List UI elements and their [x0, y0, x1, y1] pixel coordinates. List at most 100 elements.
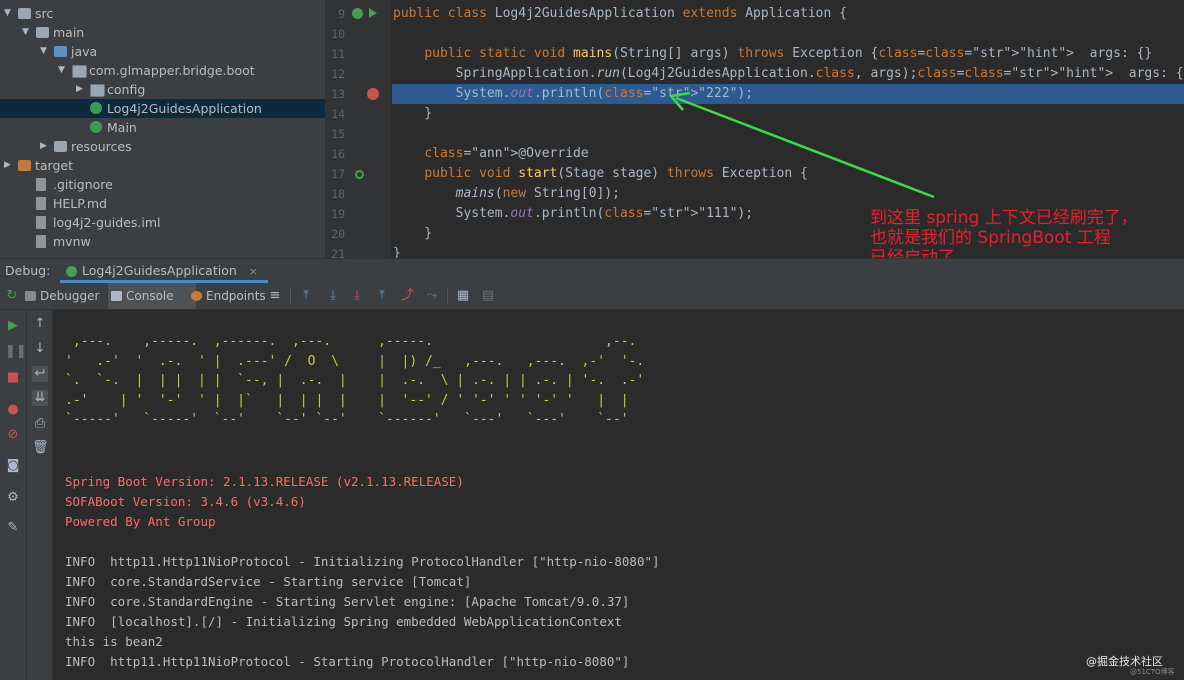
code-line[interactable]: class="ann">@Override — [393, 144, 588, 164]
package-icon — [72, 65, 87, 78]
show-execution-point-icon[interactable]: ⤒ — [299, 289, 313, 303]
line-number: 21 — [331, 247, 345, 258]
step-out-icon[interactable]: ⤒ — [375, 289, 389, 303]
class-icon — [90, 121, 102, 133]
layout-icon[interactable]: ▤ — [481, 289, 495, 303]
line-number: 11 — [331, 47, 345, 61]
debug-session-tab[interactable]: Log4j2GuidesApplication × — [60, 259, 268, 283]
line-number: 19 — [331, 207, 345, 221]
line-number: 9 — [338, 7, 345, 21]
debug-session-title: Log4j2GuidesApplication — [82, 263, 237, 278]
tree-item-label: resources — [71, 139, 132, 154]
tree-item[interactable]: Main — [0, 118, 325, 137]
code-line[interactable]: } — [393, 244, 401, 258]
tree-item[interactable]: ▼ com.glmapper.bridge.boot — [0, 61, 325, 80]
print-icon[interactable]: ⎙ — [32, 416, 48, 432]
tab-endpoints-label: Endpoints — [206, 289, 266, 303]
ascii-banner: ,---. ,-----. ,------. ,---. ,-----. ,--… — [65, 332, 660, 430]
menu-icon[interactable]: ≡ — [268, 289, 282, 303]
code-line[interactable]: SpringApplication.run(Log4j2GuidesApplic… — [393, 64, 1184, 84]
gear-icon[interactable]: ⚙ — [5, 490, 21, 506]
camera-icon[interactable]: ◙ — [5, 458, 21, 474]
code-line[interactable]: System.out.println(class="str">"222"); — [393, 84, 753, 104]
watermark-small: @51CTO博客 — [1130, 668, 1175, 676]
tree-item[interactable]: ▼ src — [0, 4, 325, 23]
code-line[interactable]: } — [393, 104, 432, 124]
mute-breakpoints-icon[interactable]: ⊘ — [5, 427, 21, 443]
tree-item[interactable]: ▶ resources — [0, 137, 325, 156]
chevron-right-icon[interactable]: ▶ — [4, 156, 14, 175]
tree-item[interactable]: ▶ config — [0, 80, 325, 99]
close-icon[interactable]: × — [249, 265, 258, 278]
chevron-right-icon[interactable]: ▶ — [40, 137, 50, 156]
scroll-to-end-icon[interactable]: ⇊ — [32, 390, 48, 406]
evaluate-icon[interactable]: ▦ — [456, 289, 470, 303]
tab-endpoints[interactable]: Endpoints — [188, 283, 278, 309]
banner-line: .-' | ' '-' ' | |` | | | | | '--' / ' '-… — [65, 392, 652, 408]
folder-blue-icon — [54, 46, 67, 57]
code-line[interactable]: } — [393, 224, 432, 244]
code-line[interactable]: System.out.println(class="str">"111"); — [393, 204, 753, 224]
file-icon — [36, 178, 46, 191]
toolbar-divider — [290, 288, 291, 304]
debug-run-icon[interactable] — [352, 8, 363, 19]
chevron-down-icon[interactable]: ▼ — [40, 42, 50, 61]
trash-icon[interactable]: 🗑 — [32, 440, 49, 456]
tree-item[interactable]: Log4j2GuidesApplication — [0, 99, 325, 118]
drop-frame-icon[interactable]: ⤴ — [400, 289, 414, 303]
folder-orange-icon — [18, 160, 31, 171]
file-icon — [36, 216, 46, 229]
pin-icon[interactable]: ✎ — [5, 520, 21, 536]
code-line[interactable]: public void start(Stage stage) throws Ex… — [393, 164, 808, 184]
line-number: 14 — [331, 107, 345, 121]
chevron-down-icon[interactable]: ▼ — [58, 61, 68, 80]
console-line: INFO [localhost].[/] - Initializing Spri… — [65, 614, 622, 629]
code-line[interactable]: public class Log4j2GuidesApplication ext… — [393, 4, 847, 24]
step-over-icon[interactable]: ⤓ — [326, 289, 340, 303]
resume-icon[interactable]: ▶ — [5, 318, 21, 334]
code-line[interactable]: mains(new String[0]); — [393, 184, 620, 204]
debug-side-actions: ▶ ❚❚ ■ ● ⊘ ◙ ⚙ ✎ — [0, 310, 27, 680]
code-line[interactable]: public static void mains(String[] args) … — [393, 44, 1152, 64]
stop-icon[interactable]: ■ — [5, 370, 21, 386]
chevron-right-icon[interactable]: ▶ — [76, 80, 86, 99]
tree-item-label: src — [35, 6, 54, 21]
tree-item[interactable]: .gitignore — [0, 175, 325, 194]
run-gutter-icon[interactable] — [369, 8, 377, 18]
line-number: 13 — [331, 87, 345, 101]
rerun-icon[interactable]: ↻ — [5, 289, 19, 303]
tree-item[interactable]: ▼ main — [0, 23, 325, 42]
run-to-cursor-icon[interactable]: ⤳ — [425, 289, 439, 303]
console-side-actions: ↑ ↓ ↩ ⇊ ⎙ 🗑 — [27, 310, 53, 680]
pause-icon[interactable]: ❚❚ — [5, 344, 27, 360]
down-arrow-icon[interactable]: ↓ — [32, 341, 48, 357]
banner-line: ' .-' ' .-. ' | .---' / O \ | |) /_ ,---… — [65, 353, 652, 369]
breakpoint-icon[interactable] — [367, 88, 379, 100]
tree-item[interactable]: HELP.md — [0, 194, 325, 213]
tree-item[interactable]: log4j2-guides.iml — [0, 213, 325, 232]
banner-line: ,---. ,-----. ,------. ,---. ,-----. ,--… — [65, 334, 660, 349]
tree-item-label: mvnw — [53, 234, 91, 249]
tab-console[interactable]: Console — [108, 283, 196, 309]
step-into-icon[interactable]: ⤓ — [350, 289, 364, 303]
class-icon — [90, 102, 102, 114]
console-output[interactable]: ,---. ,-----. ,------. ,---. ,-----. ,--… — [53, 310, 1184, 680]
line-number: 15 — [331, 127, 345, 141]
banner-line: `. `-. | | | | | `--, | .-. | | .-. \ | … — [65, 373, 652, 388]
chevron-down-icon[interactable]: ▼ — [22, 23, 32, 42]
tab-debugger[interactable]: Debugger — [22, 283, 110, 309]
endpoints-icon — [191, 291, 202, 301]
line-number: 12 — [331, 67, 345, 81]
tree-item[interactable]: mvnw — [0, 232, 325, 251]
view-breakpoints-icon[interactable]: ● — [5, 402, 21, 418]
debugger-icon — [25, 291, 36, 301]
line-number: 16 — [331, 147, 345, 161]
tree-item[interactable]: ▼ java — [0, 42, 325, 61]
soft-wrap-icon[interactable]: ↩ — [32, 366, 48, 382]
tree-item[interactable]: ▶ target — [0, 156, 325, 175]
override-icon — [355, 170, 364, 179]
chevron-down-icon[interactable]: ▼ — [4, 4, 14, 23]
up-arrow-icon[interactable]: ↑ — [32, 316, 48, 332]
console-line: INFO http11.Http11NioProtocol - Initiali… — [65, 554, 660, 569]
line-number: 17 — [331, 167, 345, 181]
